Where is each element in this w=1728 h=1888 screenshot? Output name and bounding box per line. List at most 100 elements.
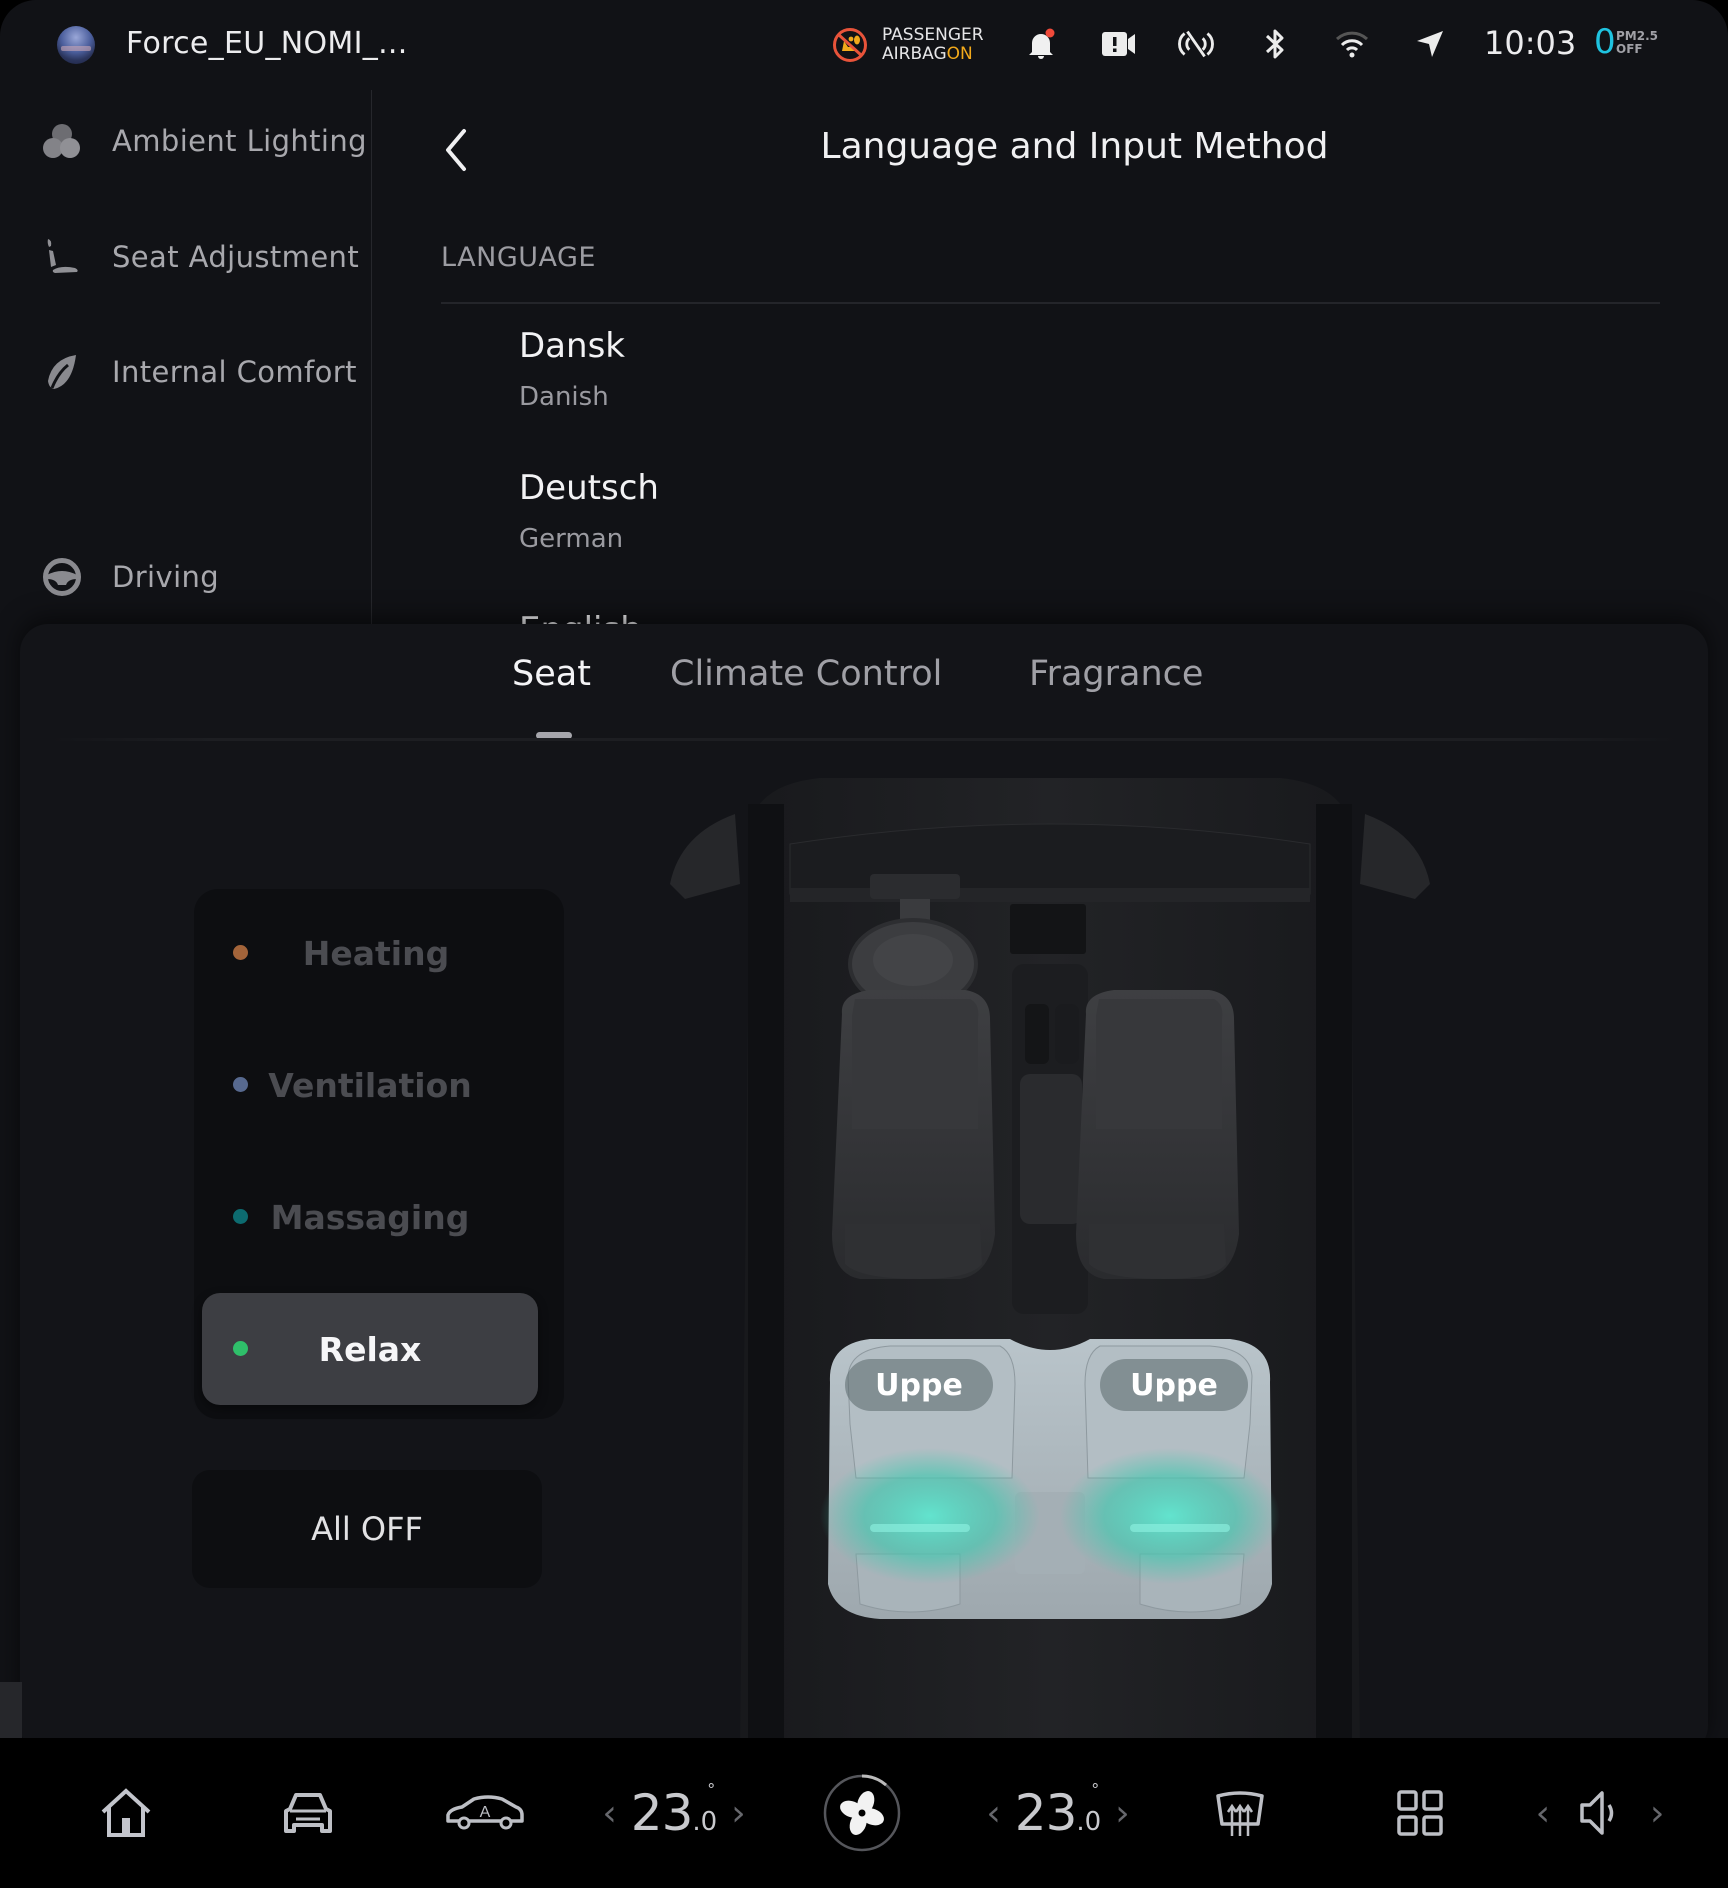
auto-car-icon: A: [446, 1795, 524, 1830]
left-mirror: [670, 814, 740, 899]
all-off-button[interactable]: All OFF: [192, 1470, 542, 1588]
sidebar-item-seat-adjustment[interactable]: Seat Adjustment: [40, 232, 359, 282]
divider: [441, 302, 1660, 304]
feature-label: Relax: [318, 1329, 422, 1369]
language-english-name: Danish: [519, 382, 609, 412]
panel-tabs: Seat Climate Control Fragrance: [20, 624, 1708, 742]
tab-fragrance[interactable]: Fragrance: [1029, 654, 1203, 694]
car-interior-top-view: [670, 778, 1430, 1754]
sidebar-item-driving[interactable]: Driving: [40, 552, 219, 602]
feature-label: Massaging: [270, 1197, 470, 1237]
leaf-icon: [40, 350, 84, 394]
left-seat-glow: [820, 1448, 1040, 1584]
notification-bell-icon[interactable]: [1021, 24, 1061, 64]
feature-ventilation[interactable]: Ventilation: [202, 1029, 538, 1141]
svg-text:A: A: [480, 1804, 491, 1821]
sidebar-item-label: Ambient Lighting: [112, 124, 367, 158]
rear-left-seat-label[interactable]: Uppe: [845, 1359, 993, 1411]
passenger-airbag-status: PASSENGER AIRBAGON: [832, 26, 984, 64]
front-left-seat: [832, 990, 995, 1279]
pm25-label: PM2.5 OFF: [1616, 30, 1658, 56]
wifi-icon[interactable]: [1332, 24, 1372, 64]
airbag-off-icon: [833, 28, 867, 62]
user-name[interactable]: Force_EU_NOMI_...: [126, 26, 408, 61]
rear-defrost-button[interactable]: [1212, 1738, 1268, 1888]
language-english-name: German: [519, 524, 624, 554]
volume-up-button[interactable]: ›: [1650, 1793, 1664, 1834]
feature-heating[interactable]: Heating: [202, 897, 538, 1009]
rear-defrost-icon: [1216, 1791, 1264, 1836]
center-display: [1010, 904, 1086, 954]
left-temp-decrease-button[interactable]: ‹: [602, 1793, 616, 1834]
right-temp-increase-button[interactable]: ›: [1115, 1793, 1129, 1834]
settings-sidebar: Ambient Lighting Seat Adjustment Interna…: [0, 90, 372, 630]
apps-grid-icon: [1397, 1790, 1443, 1836]
bottom-dock: A ‹ 23.0 ° › ‹ 23.0 ° › ‹ ›: [0, 1738, 1728, 1888]
auto-hold-button[interactable]: A: [444, 1738, 526, 1888]
left-temperature-control: ‹ 23.0 ° ›: [594, 1738, 754, 1888]
fan-button[interactable]: [822, 1738, 902, 1888]
left-temp-increase-button[interactable]: ›: [731, 1793, 745, 1834]
ambient-lighting-icon: [40, 119, 84, 163]
seat-feature-list: Heating Ventilation Massaging Relax: [194, 889, 564, 1419]
signal-off-icon[interactable]: [1176, 24, 1216, 64]
language-option-dansk[interactable]: Dansk Danish: [519, 326, 625, 412]
location-arrow-icon[interactable]: [1410, 24, 1450, 64]
right-seat-glow: [1060, 1448, 1280, 1584]
status-bar: Force_EU_NOMI_... PASSENGER AIRBAGON 10:…: [0, 0, 1728, 90]
vehicle-button[interactable]: [278, 1738, 338, 1888]
volume-control: ‹ ›: [1520, 1738, 1680, 1888]
volume-down-button[interactable]: ‹: [1536, 1793, 1550, 1834]
temp-unit: °: [707, 1780, 716, 1799]
section-header-language: LANGUAGE: [441, 242, 596, 273]
language-option-deutsch[interactable]: Deutsch German: [519, 468, 659, 554]
temp-decimal: .0: [692, 1807, 718, 1837]
car-front-icon: [284, 1793, 332, 1833]
feature-relax[interactable]: Relax: [202, 1293, 538, 1405]
comfort-control-panel: Seat Climate Control Fragrance Heating V…: [0, 624, 1708, 1784]
home-icon: [101, 1788, 151, 1837]
right-temp-decrease-button[interactable]: ‹: [986, 1793, 1000, 1834]
temp-whole: 23: [1014, 1784, 1078, 1842]
seat-label-text: Uppe: [1130, 1367, 1218, 1403]
front-right-seat: [1076, 990, 1239, 1279]
dashcam-alert-icon[interactable]: [1099, 24, 1139, 64]
screen: Force_EU_NOMI_... PASSENGER AIRBAGON 10:…: [0, 0, 1728, 1888]
dashboard: [789, 823, 1311, 895]
home-button[interactable]: [96, 1738, 156, 1888]
language-settings-page: Language and Input Method LANGUAGE Dansk…: [373, 90, 1728, 630]
sidebar-item-internal-comfort[interactable]: Internal Comfort: [40, 347, 357, 397]
page-title: Language and Input Method: [820, 126, 1329, 167]
clock: 10:03: [1484, 24, 1577, 62]
tab-climate-control[interactable]: Climate Control: [670, 654, 942, 694]
volume-icon[interactable]: [1578, 1789, 1622, 1837]
feature-massaging[interactable]: Massaging: [202, 1161, 538, 1273]
sidebar-item-ambient-lighting[interactable]: Ambient Lighting: [40, 116, 367, 166]
pm25-state: OFF: [1616, 42, 1643, 56]
temp-unit: °: [1091, 1780, 1100, 1799]
temp-whole: 23: [630, 1784, 694, 1842]
rear-right-seat-label[interactable]: Uppe: [1100, 1359, 1248, 1411]
tab-seat[interactable]: Seat: [512, 654, 591, 694]
seat-label-text: Uppe: [875, 1367, 963, 1403]
right-temperature: 23.0 °: [1014, 1780, 1101, 1842]
sidebar-item-label: Seat Adjustment: [112, 240, 360, 274]
user-avatar[interactable]: [57, 26, 95, 64]
seat-icon: [40, 235, 84, 279]
airbag-state: ON: [946, 44, 973, 64]
tabs-divider: [50, 738, 1678, 741]
language-native-name: Dansk: [519, 326, 625, 366]
right-temperature-control: ‹ 23.0 ° ›: [978, 1738, 1138, 1888]
fan-icon: [823, 1774, 901, 1852]
left-pillar: [748, 804, 784, 1754]
feature-label: Ventilation: [268, 1065, 472, 1105]
left-temperature: 23.0 °: [630, 1780, 718, 1842]
feature-label: Heating: [302, 933, 450, 973]
steering-wheel-icon: [40, 555, 84, 599]
airbag-line2: AIRBAG: [882, 44, 947, 64]
bluetooth-icon[interactable]: [1255, 24, 1295, 64]
apps-button[interactable]: [1396, 1738, 1444, 1888]
right-mirror: [1360, 814, 1430, 899]
right-pillar: [1316, 804, 1352, 1754]
pm25-value[interactable]: 0: [1594, 22, 1616, 62]
